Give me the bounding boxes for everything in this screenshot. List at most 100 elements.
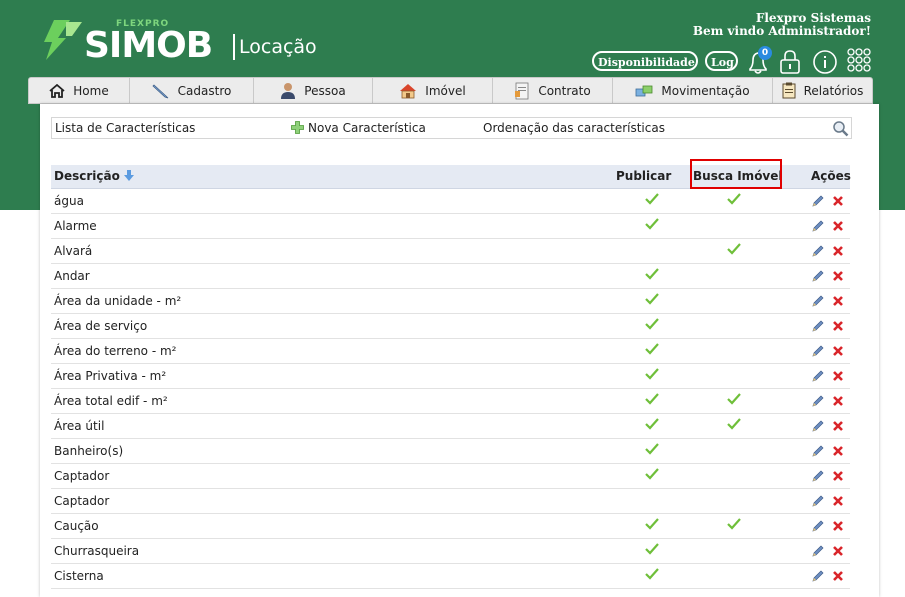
apps-grid-icon[interactable] bbox=[846, 47, 872, 79]
search-icon[interactable] bbox=[832, 120, 849, 140]
edit-icon[interactable] bbox=[811, 295, 824, 311]
delete-icon[interactable] bbox=[832, 520, 844, 535]
delete-icon[interactable] bbox=[832, 370, 844, 385]
publish-check-icon bbox=[645, 518, 659, 533]
contract-icon bbox=[515, 82, 529, 99]
edit-icon[interactable] bbox=[811, 195, 824, 211]
log-button[interactable]: Log bbox=[705, 51, 738, 71]
characteristics-toolbar: Lista de Características Nova Caracterís… bbox=[51, 117, 852, 139]
delete-icon[interactable] bbox=[832, 320, 844, 335]
delete-icon[interactable] bbox=[832, 545, 844, 560]
edit-icon[interactable] bbox=[811, 370, 824, 386]
column-description-label: Descrição bbox=[54, 169, 120, 183]
search-check-icon bbox=[727, 418, 741, 433]
menu-label-cadastro: Cadastro bbox=[177, 83, 232, 98]
edit-icon[interactable] bbox=[811, 545, 824, 561]
menu-label-imovel: Imóvel bbox=[425, 83, 466, 98]
table-row: água bbox=[51, 189, 850, 214]
new-characteristic-link[interactable]: Nova Característica bbox=[308, 121, 426, 135]
table-row: Área total edif - m² bbox=[51, 389, 850, 414]
menu-label-movimentacao: Movimentação bbox=[661, 83, 750, 98]
publish-check-icon bbox=[645, 318, 659, 333]
column-search-highlight bbox=[690, 159, 782, 189]
main-menu: Home Cadastro Pessoa Imóvel Contrato Mov… bbox=[28, 77, 873, 104]
delete-icon[interactable] bbox=[832, 495, 844, 510]
menu-item-relatorios[interactable]: Relatórios bbox=[773, 78, 872, 103]
order-characteristics-link[interactable]: Ordenação das características bbox=[483, 121, 665, 135]
delete-icon[interactable] bbox=[832, 395, 844, 410]
table-row: Banheiro(s) bbox=[51, 439, 850, 464]
transfer-icon bbox=[636, 85, 653, 96]
table-row: Alvará bbox=[51, 239, 850, 264]
delete-icon[interactable] bbox=[832, 295, 844, 310]
delete-icon[interactable] bbox=[832, 345, 844, 360]
edit-icon[interactable] bbox=[811, 470, 824, 486]
table-row: Caução bbox=[51, 514, 850, 539]
house-icon bbox=[400, 83, 417, 98]
row-description: Banheiro(s) bbox=[54, 444, 124, 458]
menu-item-contrato[interactable]: Contrato bbox=[493, 78, 613, 103]
row-description: Churrasqueira bbox=[54, 544, 140, 558]
publish-check-icon bbox=[645, 268, 659, 283]
publish-check-icon bbox=[645, 443, 659, 458]
edit-icon[interactable] bbox=[811, 445, 824, 461]
delete-icon[interactable] bbox=[832, 220, 844, 235]
edit-icon[interactable] bbox=[811, 520, 824, 536]
publish-check-icon bbox=[645, 393, 659, 408]
row-description: Andar bbox=[54, 269, 90, 283]
row-description: Área Privativa - m² bbox=[54, 369, 167, 383]
edit-icon[interactable] bbox=[811, 395, 824, 411]
edit-icon[interactable] bbox=[811, 270, 824, 286]
list-characteristics-link[interactable]: Lista de Características bbox=[55, 121, 195, 135]
menu-item-pessoa[interactable]: Pessoa bbox=[254, 78, 373, 103]
column-publish-header: Publicar bbox=[616, 169, 672, 183]
search-check-icon bbox=[727, 518, 741, 533]
table-row: Captador bbox=[51, 464, 850, 489]
lock-icon[interactable] bbox=[778, 48, 802, 80]
characteristics-table: Descrição Publicar Busca Imóvel Ações ág… bbox=[51, 159, 851, 589]
info-icon[interactable] bbox=[812, 49, 838, 79]
delete-icon[interactable] bbox=[832, 570, 844, 585]
table-row: Cisterna bbox=[51, 564, 850, 589]
menu-item-cadastro[interactable]: Cadastro bbox=[130, 78, 254, 103]
row-description: Cisterna bbox=[54, 569, 104, 583]
table-row: Andar bbox=[51, 264, 850, 289]
edit-icon[interactable] bbox=[811, 570, 824, 586]
edit-icon[interactable] bbox=[811, 495, 824, 511]
availability-button[interactable]: Disponibilidade bbox=[592, 51, 698, 71]
edit-icon[interactable] bbox=[811, 220, 824, 236]
delete-icon[interactable] bbox=[832, 445, 844, 460]
publish-check-icon bbox=[645, 543, 659, 558]
add-icon[interactable] bbox=[291, 121, 304, 137]
edit-icon[interactable] bbox=[811, 345, 824, 361]
row-description: Captador bbox=[54, 494, 110, 508]
delete-icon[interactable] bbox=[832, 245, 844, 260]
logo-separator bbox=[233, 34, 235, 60]
delete-icon[interactable] bbox=[832, 195, 844, 210]
delete-icon[interactable] bbox=[832, 470, 844, 485]
edit-icon[interactable] bbox=[811, 245, 824, 261]
publish-check-icon bbox=[645, 343, 659, 358]
notification-count: 0 bbox=[761, 48, 769, 58]
delete-icon[interactable] bbox=[832, 270, 844, 285]
search-check-icon bbox=[727, 243, 741, 258]
menu-item-movimentacao[interactable]: Movimentação bbox=[613, 78, 773, 103]
menu-label-pessoa: Pessoa bbox=[304, 83, 346, 98]
row-description: água bbox=[54, 194, 84, 208]
edit-icon[interactable] bbox=[811, 320, 824, 336]
column-description-header[interactable]: Descrição bbox=[54, 169, 135, 183]
table-row: Área do terreno - m² bbox=[51, 339, 850, 364]
content-panel: Lista de Características Nova Caracterís… bbox=[40, 104, 879, 597]
table-header: Descrição Publicar Busca Imóvel Ações bbox=[51, 159, 851, 189]
menu-item-home[interactable]: Home bbox=[29, 78, 130, 103]
app-logo[interactable]: FLEXPRO SIMOB Locação bbox=[36, 16, 336, 68]
menu-item-imovel[interactable]: Imóvel bbox=[373, 78, 493, 103]
delete-icon[interactable] bbox=[832, 420, 844, 435]
menu-label-home: Home bbox=[73, 83, 109, 98]
edit-icon[interactable] bbox=[811, 420, 824, 436]
table-row: Área Privativa - m² bbox=[51, 364, 850, 389]
table-row: Churrasqueira bbox=[51, 539, 850, 564]
row-description: Área do terreno - m² bbox=[54, 344, 177, 358]
table-row: Área da unidade - m² bbox=[51, 289, 850, 314]
row-description: Alarme bbox=[54, 219, 97, 233]
